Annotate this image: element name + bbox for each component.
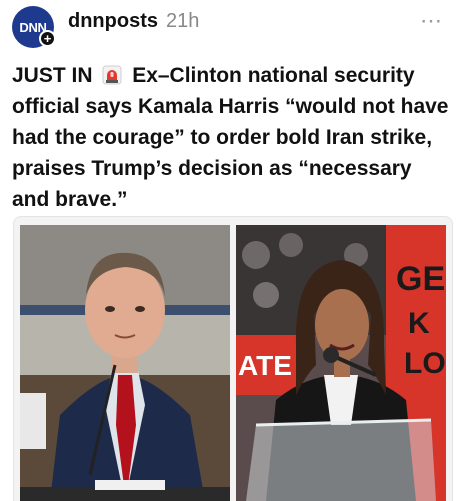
photo-harris[interactable]: GE K LO ATE — [236, 225, 446, 501]
more-options-icon[interactable]: ⋯ — [420, 8, 443, 34]
photo-harris-image: GE K LO ATE — [236, 225, 446, 501]
timestamp: 21h — [166, 10, 200, 32]
siren-icon — [102, 65, 122, 85]
photo-official-image — [20, 225, 230, 501]
username[interactable]: dnnposts — [68, 10, 158, 33]
sign-text-lower: ATE — [238, 350, 292, 381]
follow-plus-icon[interactable]: + — [39, 30, 56, 47]
post-text: JUST IN Ex–Clinton national security off… — [12, 60, 452, 215]
post-media[interactable]: GE K LO ATE — [13, 216, 453, 501]
post-header: DNN + dnnposts 21h ⋯ — [0, 0, 463, 50]
photo-official[interactable] — [20, 225, 230, 501]
sign-text-1: GE — [396, 260, 445, 298]
sign-text-2: K — [408, 307, 430, 340]
post-text-start: JUST IN — [12, 64, 99, 87]
sign-text-3: LO — [404, 347, 446, 380]
